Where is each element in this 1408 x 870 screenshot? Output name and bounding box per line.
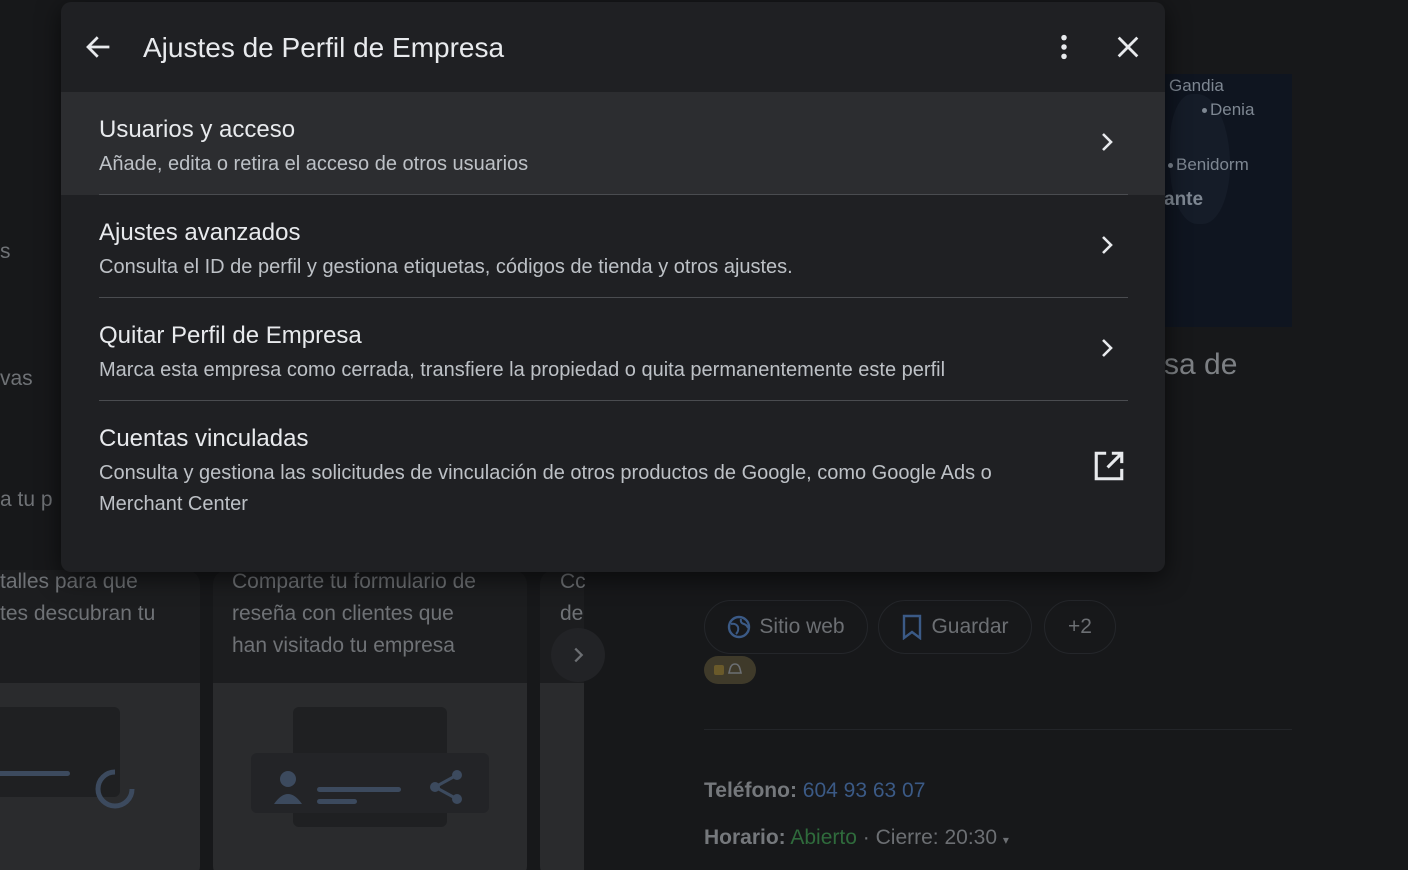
card-text: Comparte tu formulario de bbox=[232, 570, 476, 593]
hours-label: Horario: bbox=[704, 826, 786, 849]
menu-item-advanced-settings[interactable]: Ajustes avanzados Consulta el ID de perf… bbox=[61, 195, 1165, 298]
map-thumbnail[interactable]: Gandia Denia Benidorm ante bbox=[1150, 74, 1292, 327]
dialog-header: Ajustes de Perfil de Empresa bbox=[61, 2, 1165, 92]
phone-row: Teléfono: 604 93 63 07 bbox=[704, 779, 925, 803]
menu-item-description: Marca esta empresa como cerrada, transfi… bbox=[99, 359, 946, 381]
card-illustration bbox=[0, 683, 200, 870]
card-illustration bbox=[540, 683, 584, 870]
business-name-fragment: sa de bbox=[1164, 348, 1238, 381]
map-label: Denia bbox=[1202, 100, 1254, 120]
menu-item-linked-accounts[interactable]: Cuentas vinculadas Consulta y gestiona l… bbox=[61, 401, 1165, 541]
chevron-right-icon bbox=[574, 647, 584, 663]
card-text: reseña con clientes que bbox=[232, 602, 454, 625]
card-text: talles para que bbox=[0, 570, 138, 593]
menu-item-users-access[interactable]: Usuarios y acceso Añade, edita o retira … bbox=[61, 92, 1165, 195]
menu-item-title: Quitar Perfil de Empresa bbox=[99, 322, 362, 349]
dialog-title: Ajustes de Perfil de Empresa bbox=[143, 32, 505, 63]
close-icon bbox=[1117, 36, 1139, 58]
suggestion-card[interactable]: Cc de bbox=[540, 570, 586, 870]
card-text: Cc bbox=[560, 570, 586, 593]
hours-close[interactable]: Cierre: 20:30 bbox=[876, 826, 997, 849]
bg-fragment: a tu p bbox=[0, 488, 53, 511]
menu-item-description: Consulta y gestiona las solicitudes de v… bbox=[99, 462, 992, 515]
close-button[interactable] bbox=[1106, 25, 1150, 69]
arrow-back-icon bbox=[86, 36, 110, 58]
suggestion-card[interactable]: talles para que tes descubran tu bbox=[0, 570, 200, 870]
more-vert-icon bbox=[1061, 34, 1067, 60]
settings-dialog: Ajustes de Perfil de Empresa Usuarios y … bbox=[61, 2, 1165, 572]
phone-label: Teléfono: bbox=[704, 779, 797, 802]
caret-down-icon[interactable]: ▾ bbox=[1003, 833, 1009, 847]
map-label: ante bbox=[1164, 189, 1204, 210]
bookmark-icon bbox=[903, 614, 922, 640]
menu-item-description: Añade, edita o retira el acceso de otros… bbox=[99, 153, 529, 175]
notification-badge[interactable] bbox=[704, 656, 756, 684]
website-button[interactable]: Sitio web bbox=[704, 600, 868, 654]
menu-item-description: Consulta el ID de perfil y gestiona etiq… bbox=[99, 256, 793, 278]
settings-menu: Usuarios y acceso Añade, edita o retira … bbox=[61, 92, 1165, 541]
more-options-button[interactable] bbox=[1042, 25, 1086, 69]
more-actions-button[interactable]: +2 bbox=[1044, 600, 1116, 654]
divider bbox=[704, 729, 1292, 730]
menu-item-title: Cuentas vinculadas bbox=[99, 425, 309, 452]
menu-item-title: Usuarios y acceso bbox=[99, 116, 296, 143]
map-label: Gandia bbox=[1169, 76, 1224, 95]
card-text: han visitado tu empresa bbox=[232, 634, 455, 657]
card-text: tes descubran tu bbox=[0, 602, 156, 625]
card-illustration bbox=[213, 683, 527, 870]
save-button[interactable]: Guardar bbox=[878, 600, 1032, 654]
bg-fragment: vas bbox=[0, 367, 33, 390]
badge-icons bbox=[714, 663, 743, 675]
back-button[interactable] bbox=[76, 25, 120, 69]
phone-link[interactable]: 604 93 63 07 bbox=[803, 779, 926, 802]
hours-status: Abierto bbox=[790, 826, 857, 849]
hours-row: Horario: Abierto · Cierre: 20:30 ▾ bbox=[704, 826, 1009, 850]
hours-separator: · bbox=[862, 826, 870, 849]
menu-item-title: Ajustes avanzados bbox=[99, 219, 301, 246]
carousel-next-button[interactable] bbox=[551, 628, 605, 682]
suggestion-card[interactable]: Comparte tu formulario de reseña con cli… bbox=[213, 570, 527, 870]
globe-icon bbox=[728, 615, 751, 639]
save-label: Guardar bbox=[931, 615, 1009, 638]
chevron-right-icon bbox=[1102, 236, 1113, 254]
more-actions-label: +2 bbox=[1068, 615, 1092, 638]
chevron-right-icon bbox=[1102, 133, 1113, 151]
bg-fragment: s bbox=[0, 240, 11, 263]
map-label: Benidorm bbox=[1168, 155, 1249, 175]
website-label: Sitio web bbox=[759, 615, 845, 638]
card-text: de bbox=[560, 602, 584, 625]
menu-item-remove-profile[interactable]: Quitar Perfil de Empresa Marca esta empr… bbox=[61, 298, 1165, 401]
open-in-new-icon bbox=[1094, 451, 1124, 481]
chevron-right-icon bbox=[1102, 339, 1113, 357]
